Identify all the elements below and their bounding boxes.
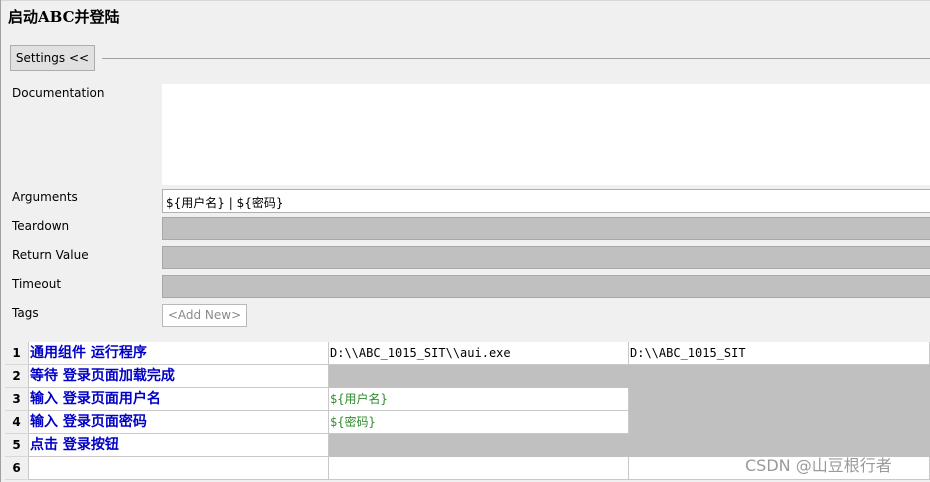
teardown-field[interactable] [162,217,930,240]
keyword-cell[interactable]: 输入 登录页面用户名 [29,388,329,411]
grid-row-1: 1 通用组件 运行程序 D:\\ABC_1015_SIT\\aui.exe D:… [5,342,930,365]
keyword-cell[interactable]: 点击 登录按钮 [29,434,329,457]
argument-cell[interactable] [629,388,930,411]
row-number: 1 [5,342,29,365]
page-title: 启动ABC并登陆 [8,8,120,26]
row-number: 6 [5,457,29,480]
argument-cell[interactable]: D:\\ABC_1015_SIT\\aui.exe [329,342,629,365]
arguments-field[interactable]: ${用户名} | ${密码} [162,189,930,213]
argument-cell[interactable]: D:\\ABC_1015_SIT [629,342,930,365]
argument-cell[interactable] [629,411,930,434]
row-number: 5 [5,434,29,457]
row-number: 4 [5,411,29,434]
timeout-label: Timeout [12,277,62,291]
argument-cell[interactable] [329,365,629,388]
settings-divider [102,58,930,59]
watermark: CSDN @山豆根行者 [745,456,892,475]
arguments-label: Arguments [12,190,78,204]
add-new-tag-button[interactable]: <Add New> [162,304,247,327]
grid-row-4: 4 输入 登录页面密码 ${密码} [5,411,930,434]
tags-label: Tags [12,306,39,320]
argument-cell[interactable] [629,365,930,388]
teardown-label: Teardown [12,219,70,233]
grid-row-2: 2 等待 登录页面加载完成 [5,365,930,388]
argument-cell[interactable] [329,457,629,480]
argument-cell[interactable]: ${用户名} [329,388,629,411]
return-value-field[interactable] [162,246,930,269]
keyword-cell[interactable]: 等待 登录页面加载完成 [29,365,329,388]
window-top-border [0,0,930,1]
argument-cell[interactable]: ${密码} [329,411,629,434]
return-value-label: Return Value [12,248,89,262]
row-number: 3 [5,388,29,411]
keyword-cell[interactable] [29,457,329,480]
keyword-cell[interactable]: 输入 登录页面密码 [29,411,329,434]
documentation-field[interactable] [162,84,930,185]
grid-row-3: 3 输入 登录页面用户名 ${用户名} [5,388,930,411]
window-left-border [0,0,1,482]
timeout-field[interactable] [162,275,930,298]
row-number: 2 [5,365,29,388]
argument-cell[interactable] [329,434,629,457]
settings-toggle-button[interactable]: Settings << [10,45,95,71]
documentation-label: Documentation [12,86,105,100]
keyword-cell[interactable]: 通用组件 运行程序 [29,342,329,365]
